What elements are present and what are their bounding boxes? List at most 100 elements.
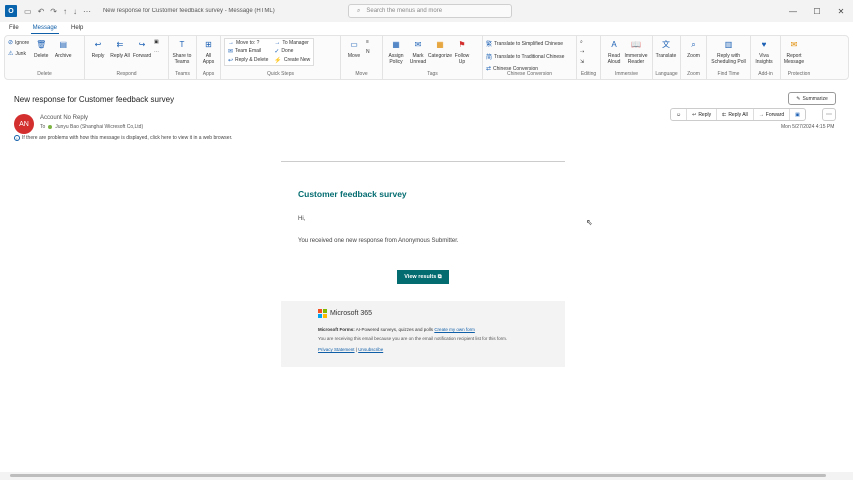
- close-button[interactable]: ✕: [829, 7, 853, 16]
- email-body-text: You received one new response from Anony…: [298, 238, 459, 244]
- group-quick-steps: → Move to: ? → To Manager ✉ Team Email ✓ Don…: [221, 36, 341, 79]
- create-form-link[interactable]: Create my own form: [434, 327, 475, 332]
- view-results-button[interactable]: View results ⧉: [397, 270, 449, 284]
- search-box[interactable]: ⌕ Search the menus and more: [348, 4, 512, 18]
- maximize-button[interactable]: ☐: [805, 7, 829, 16]
- translate-icon: 文: [662, 39, 670, 49]
- window-title: New response for Customer feedback surve…: [102, 8, 275, 14]
- select-icon[interactable]: ⇲: [580, 59, 584, 65]
- related-icon[interactable]: ⇢: [580, 49, 584, 55]
- save-icon[interactable]: ▭: [24, 7, 32, 16]
- folder-move-icon: ▭: [350, 39, 358, 49]
- group-label-addin: Add-in: [758, 71, 773, 77]
- external-link-icon: ⧉: [437, 274, 442, 280]
- recipient-name[interactable]: Junyu Bao (Shanghai Wicresoft Co,Ltd): [55, 124, 143, 130]
- group-tags: ▦ Assign Policy ✉ Mark Unread ▦ Categorize …: [383, 36, 483, 79]
- summarize-button[interactable]: ✎ Summarize: [788, 92, 836, 105]
- reader-icon: 📖: [631, 39, 641, 49]
- ignore-icon: ⊘: [8, 40, 14, 46]
- microsoft-logo-icon: [318, 309, 327, 318]
- traditional-button[interactable]: 简 Translate to Traditional Chinese: [486, 52, 564, 62]
- down-icon[interactable]: ↓: [73, 7, 77, 16]
- quickstep-create[interactable]: ⚡ Create New: [274, 56, 310, 64]
- quickstep-done[interactable]: ✓ Done: [274, 48, 310, 56]
- group-addin: ♥ Viva Insights Add-in: [751, 36, 781, 79]
- group-language: 文 Translate Language: [653, 36, 681, 79]
- minimize-button[interactable]: —: [781, 7, 805, 16]
- reply-all-icon: ⇇: [722, 111, 727, 118]
- group-label-move: Move: [355, 71, 368, 77]
- group-label-editing: Editing: [580, 71, 597, 77]
- search-icon: ⌕: [357, 7, 361, 14]
- group-label-zoom: Zoom: [687, 71, 700, 77]
- teams-chat-icon[interactable]: ▣: [154, 39, 159, 45]
- group-editing: ⌕ ⇢ ⇲ Editing: [577, 36, 601, 79]
- group-label-protection: Protection: [787, 71, 811, 77]
- up-icon[interactable]: ↑: [63, 7, 67, 16]
- tab-file[interactable]: File: [4, 25, 24, 31]
- group-label-respond: Respond: [116, 71, 137, 77]
- apps-grid-icon: ⊞: [205, 39, 212, 49]
- onenote-icon[interactable]: N: [366, 49, 370, 55]
- search-placeholder: Search the menus and more: [366, 8, 443, 14]
- more-actions-button[interactable]: ⋯: [822, 108, 836, 121]
- envelope-icon: ✉: [414, 39, 422, 49]
- reply-all-action[interactable]: ⇇ Reply All: [717, 109, 754, 120]
- ribbon-tabs: File Message Help: [0, 22, 853, 34]
- forward-icon: ↪: [138, 39, 146, 49]
- group-label-find-time: Find Time: [717, 71, 740, 77]
- window-controls: — ☐ ✕: [781, 0, 853, 22]
- trash-icon: 🗑: [36, 39, 47, 49]
- reply-icon: ↩: [94, 39, 102, 49]
- junk-button[interactable]: ⚠ Junk: [8, 50, 29, 58]
- quickstep-reply-delete[interactable]: ↩ Reply & Delete: [228, 56, 268, 64]
- group-label-teams: Teams: [175, 71, 190, 77]
- group-protection: ✉ Report Message Protection: [781, 36, 817, 79]
- teams-action[interactable]: ▣: [790, 109, 805, 120]
- quickstep-team[interactable]: ✉ Team Email: [228, 48, 268, 56]
- flag-icon: ⚑: [458, 39, 466, 49]
- simplified-button[interactable]: 繁 Translate to Simplified Chinese: [486, 39, 564, 49]
- tab-message[interactable]: Message: [28, 25, 62, 34]
- tab-help[interactable]: Help: [66, 25, 88, 31]
- brand-name: Microsoft 365: [330, 310, 373, 317]
- brand: Microsoft 365: [318, 309, 565, 318]
- view-results-label: View results: [404, 274, 437, 280]
- forward-action[interactable]: → Forward: [754, 109, 791, 120]
- group-label-chinese: Chinese Conversion: [506, 71, 553, 77]
- quickstep-manager[interactable]: → To Manager: [274, 40, 310, 47]
- more-respond-icon[interactable]: ⋯: [154, 49, 159, 55]
- emoji-icon: ☺: [676, 111, 682, 118]
- unsubscribe-link[interactable]: Unsubscribe: [358, 347, 383, 352]
- redo-icon[interactable]: ↷: [50, 7, 57, 16]
- horizontal-scrollbar[interactable]: [0, 472, 853, 480]
- sender-name[interactable]: Account No Reply: [40, 115, 88, 121]
- info-bar[interactable]: i If there are problems with how this me…: [14, 135, 232, 141]
- notice-text: You are receiving this email because you…: [318, 336, 508, 341]
- teams-icon: ▣: [795, 111, 800, 118]
- info-text[interactable]: If there are problems with how this mess…: [22, 135, 232, 141]
- group-label-immersive: Immersive: [614, 71, 639, 77]
- group-zoom: ⌕ Zoom Zoom: [681, 36, 707, 79]
- teams-icon: T: [179, 39, 185, 49]
- button-wrap: View results ⧉: [281, 270, 565, 284]
- find-icon[interactable]: ⌕: [580, 39, 584, 45]
- policy-icon: ▦: [392, 39, 400, 49]
- group-find-time: ▥ Reply with Scheduling Poll Find Time: [707, 36, 751, 79]
- scroll-thumb[interactable]: [10, 474, 826, 477]
- message-subject: New response for Customer feedback surve…: [14, 95, 175, 104]
- group-respond: ↩ Reply ⇇ Reply All ↪ Forward ▣ ⋯ Respond: [85, 36, 169, 79]
- emoji-button[interactable]: ☺: [671, 109, 688, 120]
- reply-action[interactable]: ↩ Reply: [687, 109, 718, 120]
- quickstep-move[interactable]: → Move to: ?: [228, 40, 268, 47]
- undo-icon[interactable]: ↶: [38, 7, 45, 16]
- avatar[interactable]: AN: [14, 114, 34, 134]
- info-icon: i: [14, 135, 20, 141]
- ignore-button[interactable]: ⊘ Ignore: [8, 39, 29, 47]
- summarize-icon: ✎: [796, 95, 801, 102]
- group-label-quick-steps: Quick Steps: [267, 71, 294, 77]
- privacy-link[interactable]: Privacy Statement: [318, 347, 355, 352]
- more-icon[interactable]: ⋯: [83, 7, 91, 16]
- quick-access: ▭ ↶ ↷ ↑ ↓ ⋯: [24, 7, 91, 16]
- rules-icon[interactable]: ≡: [366, 39, 370, 45]
